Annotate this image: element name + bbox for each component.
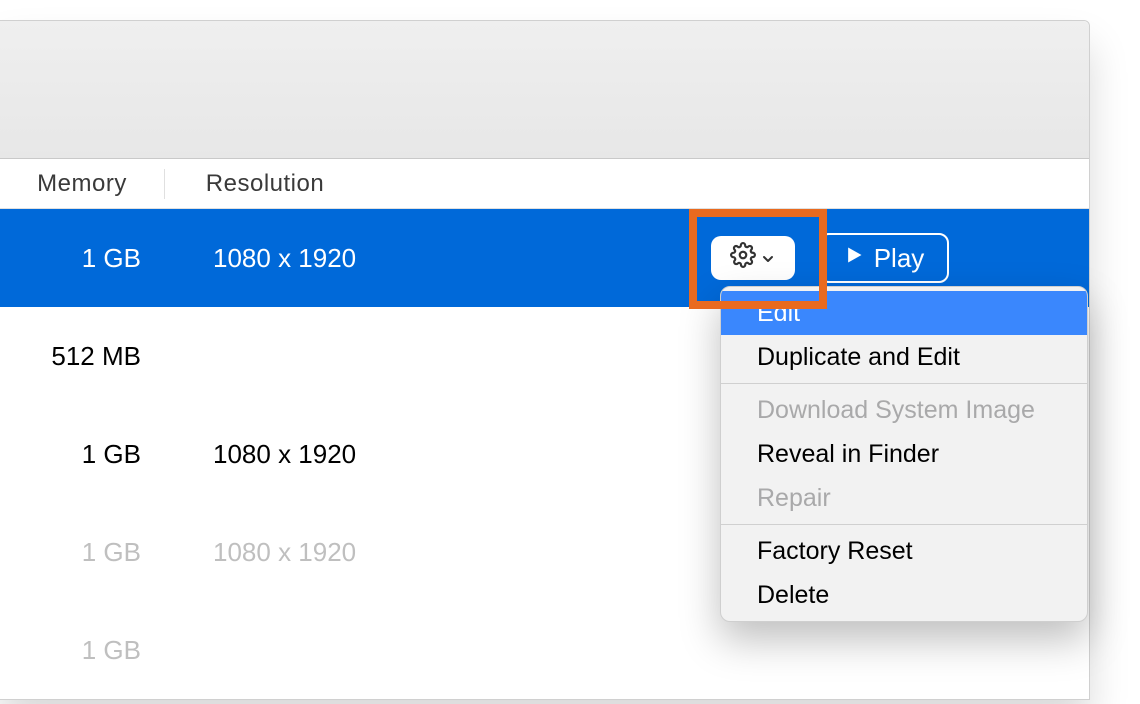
play-button-label: Play [874, 243, 925, 274]
menu-item-repair: Repair [721, 476, 1087, 520]
chevron-down-icon [760, 243, 776, 274]
play-icon [844, 243, 864, 274]
menu-item-download-system-image: Download System Image [721, 388, 1087, 432]
menu-item-delete[interactable]: Delete [721, 573, 1087, 617]
menu-group: Factory Reset Delete [721, 525, 1087, 621]
menu-item-edit[interactable]: Edit [721, 291, 1087, 335]
cell-memory: 512 MB [0, 341, 165, 372]
settings-dropdown-button[interactable] [711, 236, 795, 280]
column-header-resolution[interactable]: Resolution [165, 170, 365, 198]
cell-resolution: 1080 x 1920 [165, 537, 405, 568]
menu-item-reveal-in-finder[interactable]: Reveal in Finder [721, 432, 1087, 476]
table-header-row: Memory Resolution [0, 159, 1089, 209]
menu-item-factory-reset[interactable]: Factory Reset [721, 529, 1087, 573]
menu-group: Edit Duplicate and Edit [721, 287, 1087, 383]
play-button[interactable]: Play [819, 233, 949, 283]
cell-memory: 1 GB [0, 243, 165, 274]
cell-resolution: 1080 x 1920 [165, 439, 405, 470]
cell-memory: 1 GB [0, 439, 165, 470]
column-header-memory[interactable]: Memory [0, 169, 165, 199]
settings-dropdown-menu: Edit Duplicate and Edit Download System … [720, 286, 1088, 622]
gear-icon [730, 242, 756, 275]
menu-group: Download System Image Reveal in Finder R… [721, 384, 1087, 524]
toolbar [0, 21, 1089, 159]
cell-resolution: 1080 x 1920 [165, 243, 405, 274]
cell-memory: 1 GB [0, 635, 165, 666]
row-actions: Play [711, 233, 949, 283]
menu-item-duplicate-and-edit[interactable]: Duplicate and Edit [721, 335, 1087, 379]
cell-memory: 1 GB [0, 537, 165, 568]
